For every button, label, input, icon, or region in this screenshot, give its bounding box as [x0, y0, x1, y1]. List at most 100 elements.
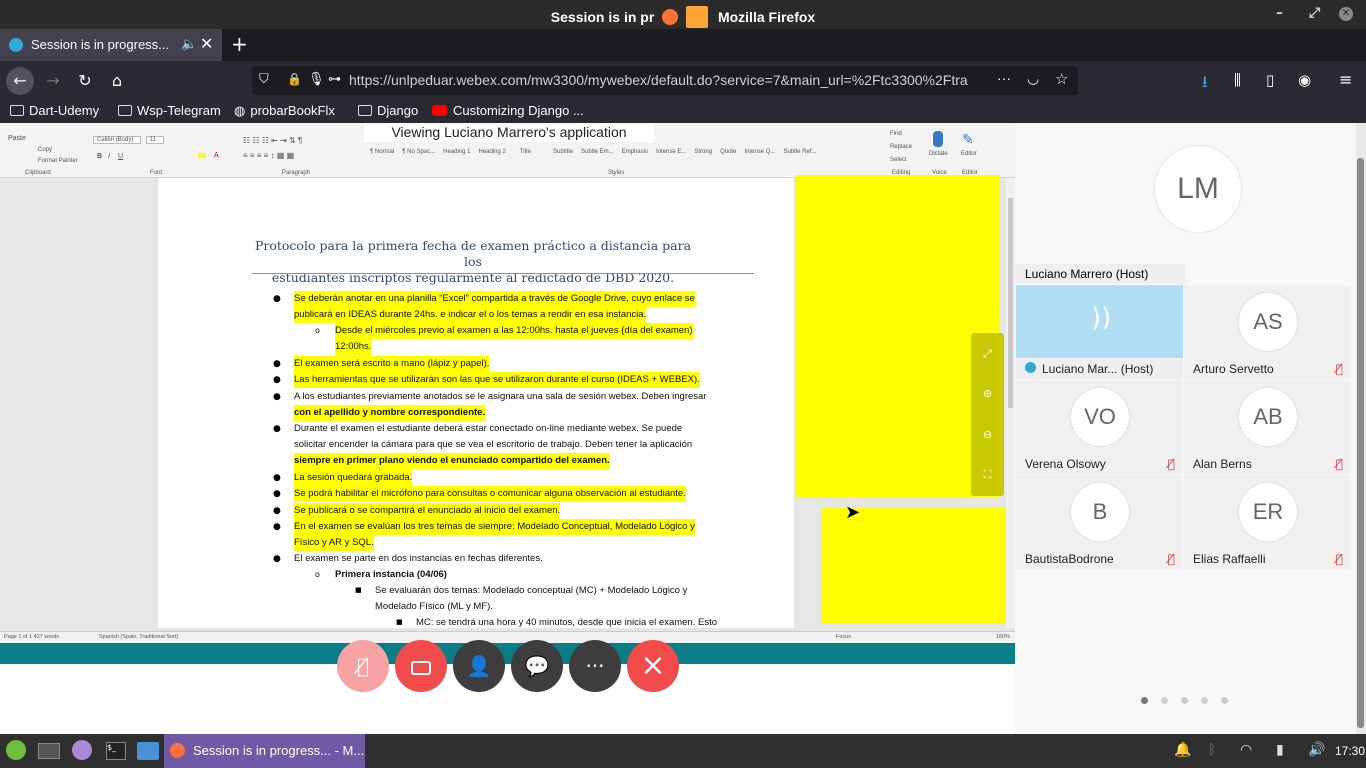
participants-icon: 👤	[466, 654, 492, 678]
bullet: ●	[273, 554, 281, 564]
participant-tile[interactable]: ER Elias Raffaelli 🎙̸	[1184, 475, 1351, 569]
permissions-icon[interactable]: ⊶	[328, 71, 341, 87]
muted-mic-icon: 🎙̸	[1335, 552, 1343, 566]
shield-icon[interactable]: ⛉	[259, 71, 269, 87]
downloads-icon[interactable]: ⭳	[1202, 71, 1208, 98]
webex-status-icon	[1025, 362, 1036, 373]
scroll-thumb[interactable]	[1357, 158, 1364, 728]
page-dot[interactable]	[1161, 697, 1168, 704]
document-scrollbar[interactable]	[1006, 178, 1015, 628]
bookmark-folder[interactable]: Dart-Udemy	[10, 103, 99, 118]
doc-line: Modelado Físico (ML y MF).	[375, 601, 493, 612]
bluetooth-icon[interactable]: ᛒ	[1208, 742, 1216, 758]
dictate-mic-icon	[933, 131, 943, 147]
page-actions-icon[interactable]: ···	[997, 70, 1011, 86]
new-tab-icon[interactable]: +	[231, 32, 248, 56]
dictate-button: Dictate	[929, 151, 948, 157]
bullet: ●	[273, 473, 281, 483]
mint-menu-icon[interactable]	[6, 740, 26, 760]
page-dot[interactable]	[1221, 697, 1228, 704]
sidebar-icon[interactable]: ▯	[1266, 71, 1274, 89]
mute-button[interactable]: 🎙̸	[337, 640, 389, 692]
battery-icon[interactable]: ▮	[1276, 742, 1284, 758]
more-options-button[interactable]: ···	[569, 640, 621, 692]
doc-line: A los estudiantes previamente anotados s…	[294, 391, 707, 402]
firefox-logo-icon	[662, 9, 679, 25]
menu-icon[interactable]: ≡	[1339, 70, 1352, 89]
terminal-icon[interactable]: $_	[106, 742, 126, 760]
participants-button[interactable]: 👤	[453, 640, 505, 692]
browser-tab[interactable]: Session is in progress... 🔈 ✕	[0, 29, 222, 61]
scroll-thumb[interactable]	[1008, 198, 1013, 408]
document-page: Protocolo para la primera fecha de exame…	[158, 178, 794, 628]
zoom-in-icon[interactable]: ⊕	[971, 387, 1004, 400]
close-icon: ×	[640, 648, 666, 683]
host-avatar: LM	[1155, 146, 1241, 232]
reload-icon[interactable]: ↻	[71, 67, 99, 95]
doc-line: Se evaluarán dos temas: Modelado concept…	[375, 585, 688, 596]
participant-avatar: AS	[1239, 293, 1297, 351]
files-icon[interactable]	[137, 742, 159, 760]
end-meeting-button[interactable]: ×	[627, 640, 679, 692]
video-button[interactable]	[395, 640, 447, 692]
zoom-out-icon[interactable]: ⊖	[971, 428, 1004, 441]
participant-tile[interactable]: AS Arturo Servetto 🎙̸	[1184, 285, 1351, 379]
taskbar-window-firefox[interactable]: Session is in progress... - M...	[164, 734, 365, 768]
panel-scrollbar[interactable]	[1356, 123, 1366, 734]
network-icon[interactable]: ◠	[1240, 742, 1252, 758]
page-dot[interactable]	[1181, 697, 1188, 704]
bookmark-folder[interactable]: Wsp-Telegram	[118, 103, 221, 118]
lock-icon[interactable]: 🔒	[287, 72, 302, 86]
participant-tile[interactable]: VO Verena Olsowy 🎙̸	[1016, 380, 1183, 474]
tab-close-icon[interactable]: ✕	[200, 34, 213, 54]
account-icon[interactable]: ◉	[1298, 71, 1311, 89]
tab-audio-icon[interactable]: 🔈	[181, 36, 197, 52]
volume-icon[interactable]: 🔊	[1308, 742, 1325, 758]
fullscreen-icon[interactable]: ⤢	[971, 347, 1004, 361]
bookmark-folder[interactable]: Django	[358, 103, 418, 118]
url-text[interactable]: https://unlpeduar.webex.com/mw3300/myweb…	[349, 72, 969, 88]
doc-line: Durante el examen el estudiante deberá e…	[294, 423, 683, 434]
editor-button: Editor	[961, 151, 977, 157]
video-off-icon	[411, 660, 431, 675]
home-icon[interactable]: ⌂	[103, 67, 131, 95]
sub-bullet: o	[315, 570, 320, 579]
bookmark-star-icon[interactable]: ☆	[1055, 70, 1068, 88]
bookmark-link[interactable]: Customizing Django ...	[432, 103, 584, 118]
forward-icon[interactable]: →	[39, 67, 67, 95]
yellow-overlay	[795, 175, 1000, 498]
muted-mic-icon: 🎙̸	[1335, 362, 1343, 376]
square-bullet: ■	[396, 618, 403, 626]
pocket-icon[interactable]: ◡	[1027, 70, 1039, 87]
fit-icon[interactable]: ⛶	[971, 468, 1004, 482]
participant-name: Elias Raffaelli	[1193, 552, 1266, 566]
minimize-icon[interactable]: –	[1276, 5, 1283, 21]
square-bullet: ■	[355, 586, 362, 594]
back-icon[interactable]: ←	[6, 67, 34, 95]
mouse-cursor-icon: ➤	[845, 502, 861, 523]
page-dot-active[interactable]	[1141, 697, 1148, 704]
chat-button[interactable]: 💬	[511, 640, 563, 692]
bookmark-link[interactable]: ◍ probarBookFlx	[234, 103, 335, 119]
bullets-icon: ☷ ☷ ☷ ⇤ ⇥ ⇅ ¶	[243, 136, 303, 145]
participant-tile-active[interactable]: )) Luciano Mar... (Host)	[1016, 285, 1183, 379]
title-rule	[252, 273, 754, 274]
participant-tile[interactable]: AB Alan Berns 🎙̸	[1184, 380, 1351, 474]
clock[interactable]: 17:30	[1335, 744, 1365, 758]
close-window-icon[interactable]: ✕	[1339, 7, 1353, 21]
copy-button: Copy	[38, 147, 53, 153]
youtube-icon	[432, 105, 447, 116]
doc-line: con el apellido y nombre correspondiente…	[294, 405, 486, 421]
page-dot[interactable]	[1201, 697, 1208, 704]
doc-line: El examen se parte en dos instancias en …	[294, 553, 543, 564]
app-launcher-icon[interactable]	[72, 740, 92, 760]
address-bar[interactable]: ⛉ 🔒 🎙 ⊶ https://unlpeduar.webex.com/mw33…	[252, 66, 1078, 95]
notifications-icon[interactable]: 🔔	[1174, 742, 1191, 758]
tab-label: Session is in progress...	[31, 37, 170, 52]
participant-tile[interactable]: B BautistaBodrone 🎙̸	[1016, 475, 1183, 569]
library-icon[interactable]: ⫼	[1234, 71, 1241, 89]
doc-line: Se publicará o se compartirá el enunciad…	[294, 503, 561, 519]
show-desktop-icon[interactable]	[38, 743, 60, 759]
mic-permission-icon[interactable]: 🎙	[308, 71, 325, 87]
restore-icon[interactable]: ⤢	[1309, 5, 1320, 21]
